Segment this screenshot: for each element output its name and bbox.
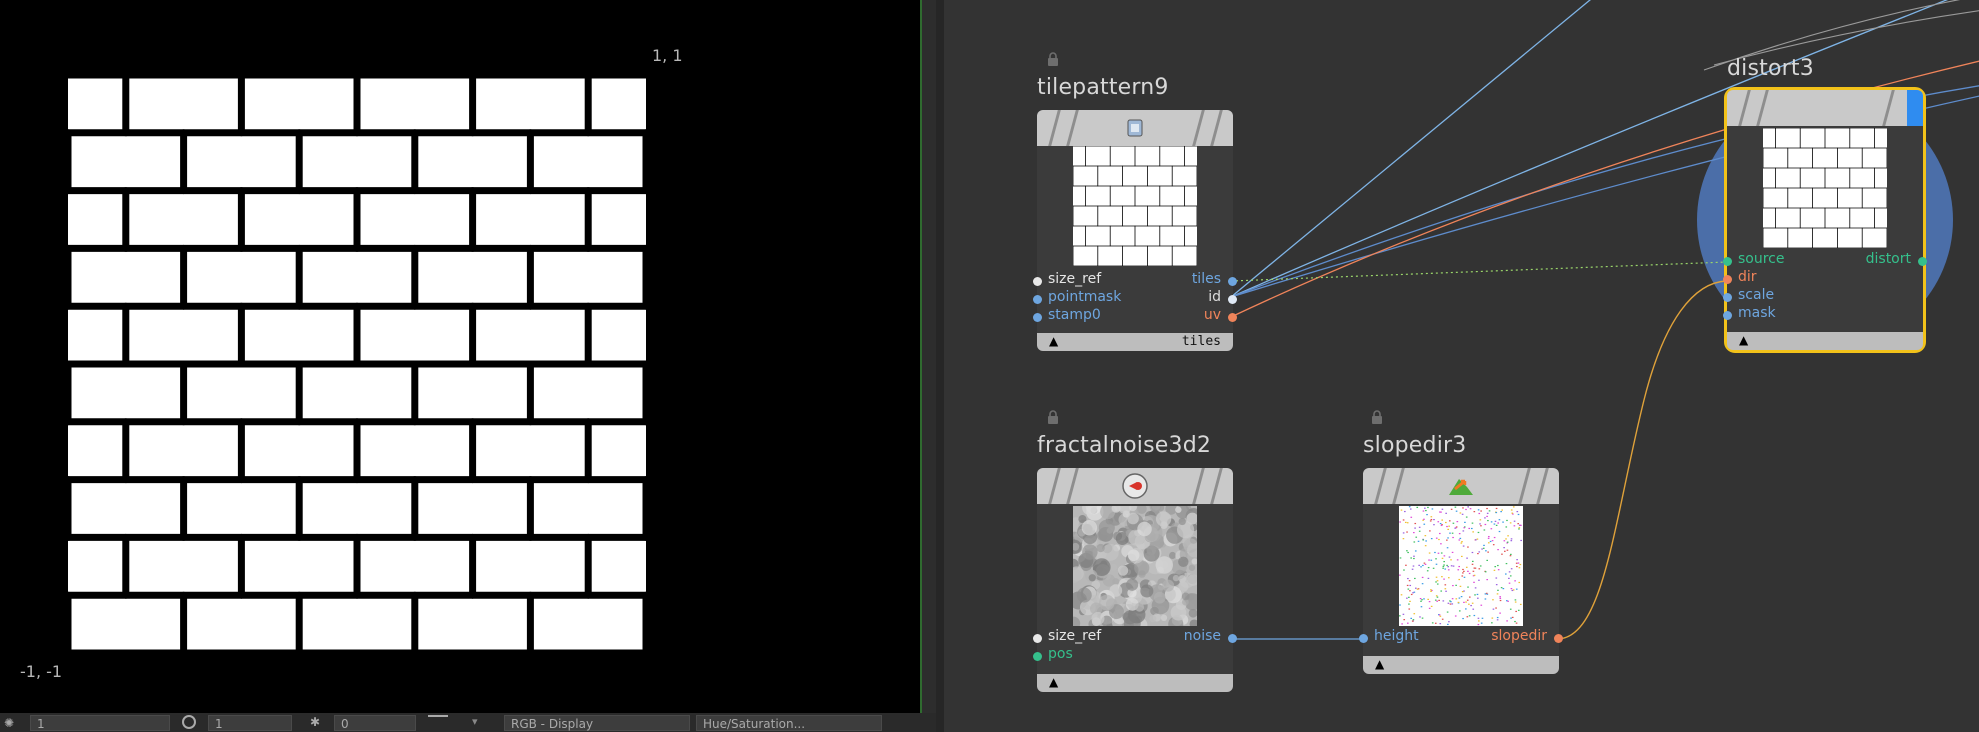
slopedir-node-footer[interactable]: ▲ (1363, 656, 1559, 674)
colorspace-select[interactable]: RGB - Display (504, 715, 690, 731)
slopedir-thumbnail (1399, 506, 1523, 626)
source-input-port[interactable] (1723, 257, 1732, 266)
lock-icon[interactable] (1370, 410, 1384, 424)
display-value: Hue/Saturation... (703, 717, 806, 731)
slopedir-node[interactable]: height slopedir ▲ (1359, 468, 1563, 674)
bottom-left-coordinate: -1, -1 (20, 662, 63, 681)
id-output-port[interactable] (1228, 295, 1237, 304)
offset-value: 0 (341, 717, 349, 731)
gamma-field[interactable]: 1 (208, 715, 292, 731)
colorspace-value: RGB - Display (511, 717, 594, 731)
tiles-output-port[interactable] (1228, 277, 1237, 286)
network-editor[interactable]: tilepattern9 size_ref pointmask stamp0 t… (944, 0, 1979, 732)
distort-node[interactable]: source dir scale mask distort ▲ (1723, 87, 1927, 353)
scale-input-port[interactable] (1723, 293, 1732, 302)
lock-icon[interactable] (1046, 410, 1060, 424)
tilepattern-node-header[interactable] (1037, 110, 1233, 146)
fractalnoise-node[interactable]: size_ref pos noise ▲ (1033, 468, 1237, 692)
slopedir-output-label: slopedir (1491, 628, 1547, 644)
exposure-icon[interactable]: ✺ (4, 716, 18, 730)
gamma-icon[interactable] (182, 715, 196, 729)
distort-node-header[interactable] (1727, 90, 1923, 126)
dir-input-label: dir (1738, 269, 1757, 285)
image-viewer[interactable]: 1, 1 -1, -1 (0, 0, 920, 713)
distort-output-label: distort (1865, 251, 1911, 267)
stamp0-input-port[interactable] (1033, 313, 1042, 322)
offset-icon[interactable]: ✱ (310, 715, 320, 729)
distort-node-footer[interactable]: ▲ (1727, 332, 1923, 350)
pane-splitter[interactable] (936, 0, 944, 732)
offset-field[interactable]: 0 (334, 715, 416, 731)
expand-arrow-icon[interactable]: ▲ (1375, 657, 1384, 671)
tilepattern-footer-label: tiles (1181, 334, 1221, 349)
pos-input-port[interactable] (1033, 652, 1042, 661)
noise-output-port[interactable] (1228, 634, 1237, 643)
slopedir-node-title[interactable]: slopedir3 (1363, 433, 1466, 458)
noise-output-label: noise (1183, 628, 1221, 644)
source-input-label: source (1738, 251, 1785, 267)
slopedir-output-port[interactable] (1554, 634, 1563, 643)
noise-size-ref-input-label: size_ref (1048, 628, 1102, 644)
size-ref-input-port[interactable] (1033, 277, 1042, 286)
stamp0-input-label: stamp0 (1048, 307, 1101, 323)
pos-input-label: pos (1048, 646, 1073, 662)
dir-input-port[interactable] (1723, 275, 1732, 284)
distort-thumbnail (1762, 127, 1888, 249)
fractalnoise-node-title[interactable]: fractalnoise3d2 (1037, 433, 1211, 458)
scale-input-label: scale (1738, 287, 1775, 303)
height-input-port[interactable] (1359, 634, 1368, 643)
noise-size-ref-input-port[interactable] (1033, 634, 1042, 643)
pointmask-input-label: pointmask (1048, 289, 1122, 305)
tilepattern-node-footer[interactable]: ▲ tiles (1037, 333, 1233, 351)
expand-arrow-icon[interactable]: ▲ (1049, 334, 1058, 348)
fractalnoise-node-footer[interactable]: ▲ (1037, 674, 1233, 692)
fractalnoise-thumbnail (1066, 498, 1205, 633)
size-ref-input-label: size_ref (1048, 271, 1102, 287)
tile-icon (1127, 119, 1143, 137)
wire-id-offscreen-1 (1230, 0, 1591, 298)
gamma-value: 1 (215, 717, 223, 731)
wire-slopedir-to-dir (1556, 280, 1728, 640)
uv-output-label: uv (1203, 307, 1221, 323)
id-output-label: id (1208, 289, 1221, 305)
exposure-field[interactable]: 1 (30, 715, 170, 731)
adjust-icon[interactable] (428, 715, 448, 729)
brick-pattern-image (68, 75, 646, 653)
top-right-coordinate: 1, 1 (652, 46, 683, 65)
distort-node-title[interactable]: distort3 (1727, 56, 1814, 81)
viewer-toolbar: ✺ 1 1 ✱ 0 ▾ RGB - Display Hue/Saturation… (0, 713, 936, 732)
mask-input-label: mask (1738, 305, 1776, 321)
tiles-output-label: tiles (1191, 271, 1221, 287)
height-input-label: height (1374, 628, 1419, 644)
slope-icon (1449, 479, 1473, 495)
tilepattern-node[interactable]: size_ref pointmask stamp0 tiles id uv ▲ … (1033, 110, 1237, 351)
tilepattern-node-title[interactable]: tilepattern9 (1037, 75, 1169, 100)
exposure-value: 1 (37, 717, 45, 731)
display-flag[interactable] (1907, 90, 1923, 126)
expand-arrow-icon[interactable]: ▲ (1049, 675, 1058, 689)
distort-output-port[interactable] (1918, 257, 1927, 266)
display-select[interactable]: Hue/Saturation... (696, 715, 882, 731)
mask-input-port[interactable] (1723, 311, 1732, 320)
lock-icon[interactable] (1046, 52, 1060, 66)
fractalnoise-node-header[interactable] (1037, 468, 1233, 504)
slopedir-node-header[interactable] (1363, 468, 1559, 504)
dropdown-arrow-icon[interactable]: ▾ (472, 715, 478, 728)
expand-arrow-icon[interactable]: ▲ (1739, 333, 1748, 347)
tilepattern-thumbnail (1072, 145, 1198, 267)
pointmask-input-port[interactable] (1033, 295, 1042, 304)
noise-icon (1122, 473, 1148, 499)
uv-output-port[interactable] (1228, 313, 1237, 322)
